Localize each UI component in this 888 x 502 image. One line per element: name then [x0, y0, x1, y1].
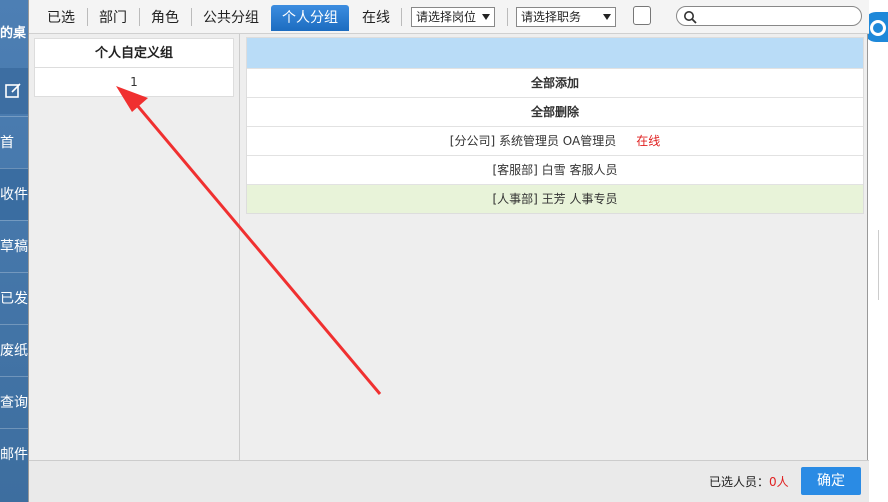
search-input[interactable]: [676, 6, 862, 26]
tab-role[interactable]: 角色: [143, 5, 187, 29]
member-name: [客服部] 白雪 客服人员: [492, 163, 618, 177]
member-name: [分公司] 系统管理员 OA管理员: [449, 134, 617, 148]
position-select[interactable]: 请选择岗位: [411, 7, 495, 27]
position-select-value: 请选择岗位: [416, 10, 477, 24]
personal-group-list: 个人自定义组 1: [34, 38, 234, 97]
select-checkbox[interactable]: [633, 6, 651, 25]
chevron-down-icon: [603, 14, 611, 20]
remove-all-button[interactable]: 全部删除: [247, 97, 863, 126]
duty-select-value: 请选择职务: [521, 10, 582, 24]
background-right-edge: [864, 0, 888, 502]
tab-department[interactable]: 部门: [91, 5, 135, 29]
search-icon: [684, 11, 697, 24]
member-row[interactable]: [客服部] 白雪 客服人员: [247, 155, 863, 184]
tab-selected[interactable]: 已选: [39, 5, 83, 29]
panel-divider: [239, 34, 240, 460]
online-status: 在线: [636, 134, 661, 148]
group-list-header: 个人自定义组: [35, 39, 233, 68]
edit-icon: [5, 83, 21, 98]
background-divider: [878, 230, 888, 300]
tab-public-group[interactable]: 公共分组: [195, 5, 267, 29]
tab-personal-group[interactable]: 个人分组: [271, 5, 349, 31]
confirm-button[interactable]: 确定: [801, 467, 861, 495]
member-row[interactable]: [人事部] 王芳 人事专员: [247, 184, 863, 213]
tab-divider: [87, 8, 88, 26]
group-item[interactable]: 1: [35, 68, 233, 97]
duty-select[interactable]: 请选择职务: [516, 7, 616, 27]
tab-divider: [401, 8, 402, 26]
member-row[interactable]: [分公司] 系统管理员 OA管理员 在线: [247, 126, 863, 155]
member-list: 全部添加 全部删除 [分公司] 系统管理员 OA管理员 在线 [客服部] 白雪 客…: [246, 37, 864, 214]
add-all-button[interactable]: 全部添加: [247, 68, 863, 97]
tab-divider: [507, 8, 508, 26]
tab-bar: 已选 部门 角色 公共分组 个人分组 在线 请选择岗位 请选择职务: [29, 0, 869, 34]
tab-online[interactable]: 在线: [355, 5, 397, 29]
user-select-dialog: 已选 部门 角色 公共分组 个人分组 在线 请选择岗位 请选择职务 个人自定义组…: [28, 0, 869, 502]
chevron-down-icon: [482, 14, 490, 20]
member-name: [人事部] 王芳 人事专员: [492, 192, 618, 206]
tab-divider: [139, 8, 140, 26]
member-list-header: [247, 38, 863, 68]
selected-summary: 已选人员：0人: [709, 473, 789, 490]
dialog-footer: 已选人员：0人 确定: [29, 460, 869, 502]
tab-divider: [191, 8, 192, 26]
selected-count: 0人: [769, 475, 789, 489]
selected-label: 已选人员：: [709, 475, 770, 489]
